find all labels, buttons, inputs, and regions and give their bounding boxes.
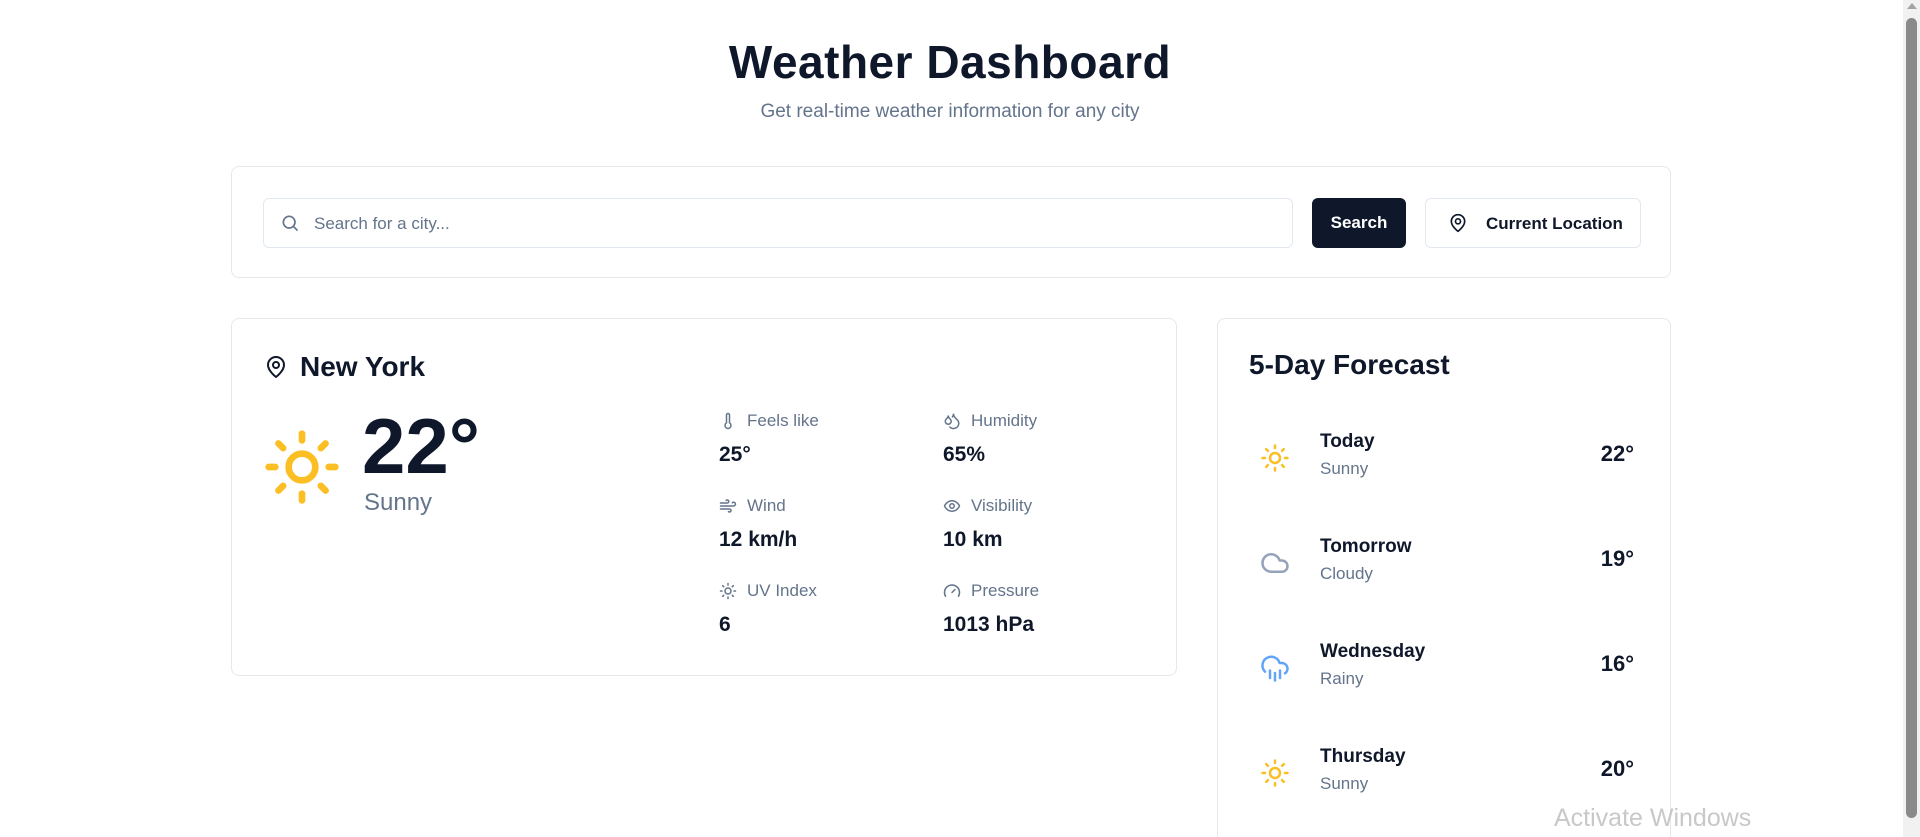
forecast-row-thursday: Thursday Sunny 20°	[1230, 734, 1660, 814]
sun-icon	[1261, 759, 1289, 787]
map-pin-icon	[267, 356, 285, 378]
detail-value: 25°	[719, 443, 751, 466]
detail-value: 1013 hPa	[943, 613, 1035, 636]
current-condition: Sunny	[364, 489, 433, 516]
city-name: New York	[300, 351, 426, 382]
gauge-icon	[943, 584, 961, 597]
detail-label: Visibility	[971, 496, 1033, 515]
activate-windows-watermark: Activate Windows	[1554, 804, 1752, 832]
page-subtitle: Get real-time weather information for an…	[760, 101, 1140, 122]
forecast-title: 5-Day Forecast	[1249, 349, 1450, 380]
forecast-day: Thursday	[1320, 746, 1406, 767]
detail-label: Humidity	[971, 411, 1038, 430]
cloud-icon	[1261, 553, 1289, 573]
location-heading: New York	[264, 351, 425, 383]
forecast-row-tomorrow: Tomorrow Cloudy 19°	[1230, 524, 1660, 604]
forecast-temp: 19°	[1600, 546, 1634, 571]
forecast-row-today: Today Sunny 22°	[1230, 419, 1660, 499]
search-field[interactable]	[263, 198, 1293, 249]
detail-value: 10 km	[943, 528, 1003, 551]
forecast-condition: Cloudy	[1320, 564, 1373, 583]
thermometer-icon	[724, 412, 732, 430]
detail-value: 65%	[943, 443, 986, 466]
page-title: Weather Dashboard	[728, 36, 1172, 88]
forecast-condition: Sunny	[1320, 459, 1369, 478]
search-button[interactable]: Search	[1312, 198, 1406, 248]
sun-icon	[1261, 444, 1289, 472]
sun-small-icon	[719, 582, 737, 600]
map-pin-icon	[1450, 213, 1466, 233]
detail-value: 6	[719, 613, 731, 636]
cloud-rain-icon	[1261, 655, 1289, 682]
scroll-thumb[interactable]	[1906, 18, 1917, 818]
detail-visibility: Visibility 10 km	[943, 496, 1143, 552]
detail-uv-index: UV Index 6	[719, 581, 919, 637]
forecast-condition: Rainy	[1320, 669, 1364, 688]
wind-icon	[719, 499, 737, 513]
eye-icon	[943, 500, 961, 512]
forecast-day: Wednesday	[1320, 641, 1426, 662]
search-card: Search Current Location	[231, 166, 1671, 278]
detail-humidity: Humidity 65%	[943, 411, 1143, 467]
forecast-temp: 16°	[1600, 651, 1634, 676]
detail-label: Feels like	[747, 411, 819, 430]
forecast-day: Tomorrow	[1320, 536, 1412, 557]
current-location-button[interactable]: Current Location	[1425, 198, 1641, 248]
page-scrollbar[interactable]	[1903, 0, 1920, 837]
current-temperature: 22°	[362, 402, 480, 490]
detail-label: UV Index	[747, 581, 817, 600]
detail-label: Pressure	[971, 581, 1040, 600]
header: Weather Dashboard Get real-time weather …	[0, 0, 1900, 123]
detail-wind: Wind 12 km/h	[719, 496, 919, 552]
detail-label: Wind	[747, 496, 786, 515]
current-weather-card: New York 22° Sunny Feels like 25° Humidi…	[231, 318, 1177, 676]
sun-icon	[265, 430, 339, 504]
search-input[interactable]	[312, 199, 1276, 249]
search-icon	[282, 215, 298, 231]
forecast-temp: 22°	[1600, 441, 1634, 466]
detail-value: 12 km/h	[719, 528, 798, 551]
detail-feels-like: Feels like 25°	[719, 411, 919, 467]
forecast-temp: 20°	[1600, 756, 1634, 781]
detail-pressure: Pressure 1013 hPa	[943, 581, 1143, 637]
forecast-row-wednesday: Wednesday Rainy 16°	[1230, 629, 1660, 709]
current-location-label: Current Location	[1486, 214, 1623, 233]
forecast-day: Today	[1320, 431, 1375, 452]
droplets-icon	[944, 413, 960, 430]
scroll-up-arrow-icon[interactable]	[1907, 3, 1917, 9]
forecast-condition: Sunny	[1320, 774, 1369, 793]
forecast-card: 5-Day Forecast Today Sunny 22° Tomorrow …	[1217, 318, 1671, 837]
weather-dashboard-page: Weather Dashboard Get real-time weather …	[0, 0, 1920, 837]
